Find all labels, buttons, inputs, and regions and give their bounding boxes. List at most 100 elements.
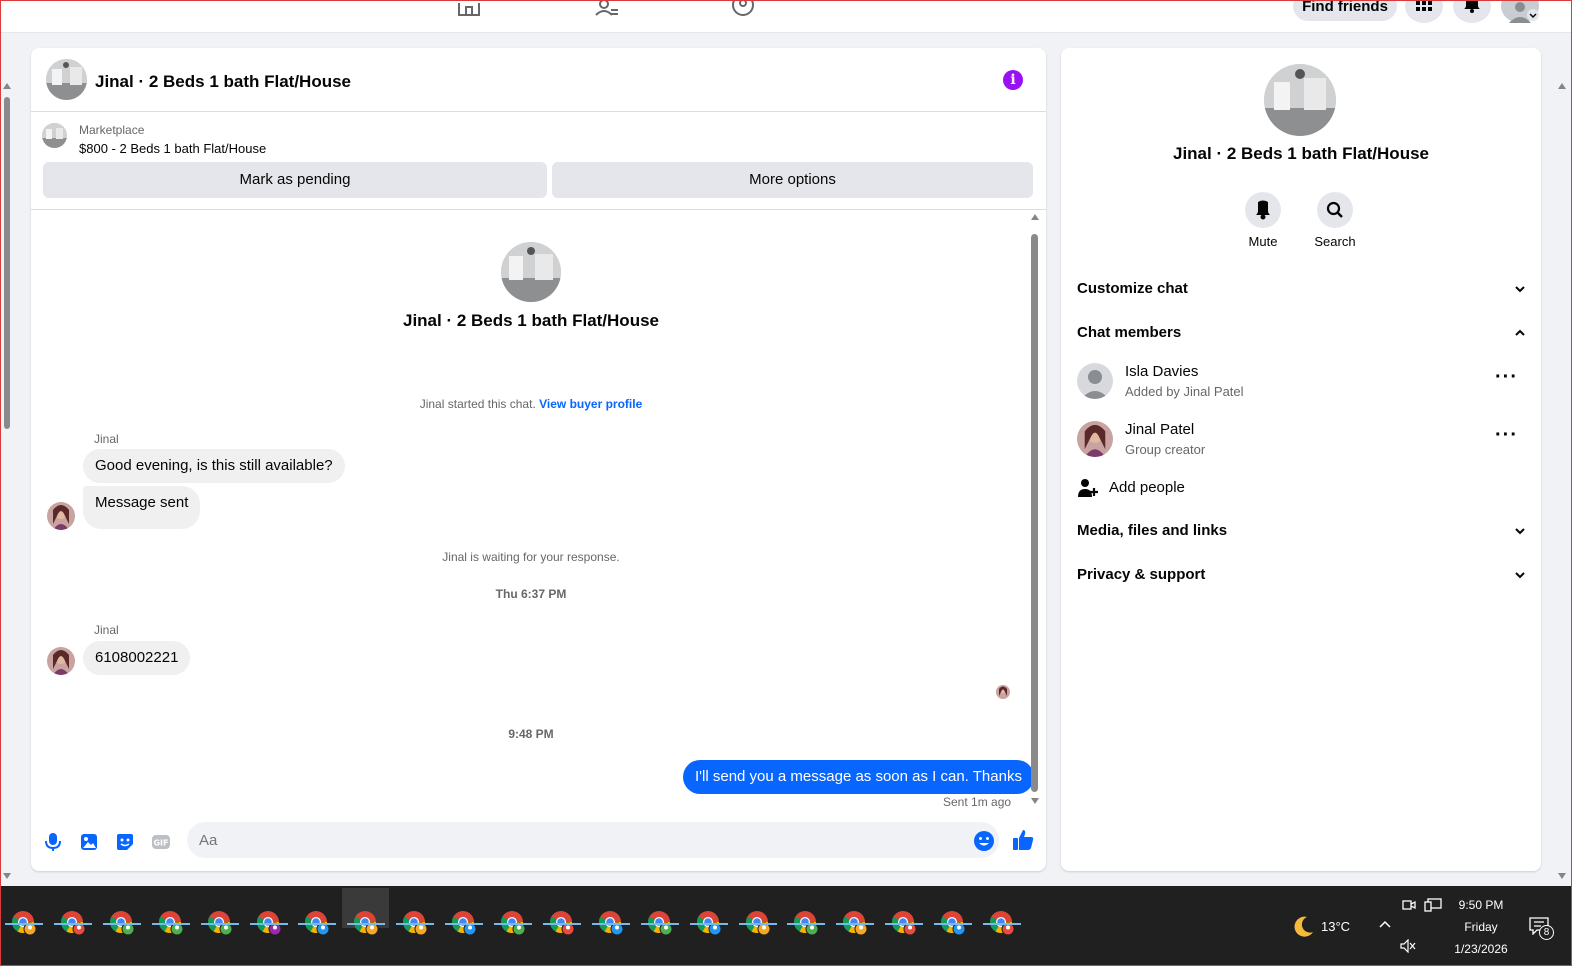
taskbar-active-indicator bbox=[298, 923, 337, 925]
read-receipt-avatar bbox=[996, 685, 1010, 699]
taskbar-active-indicator bbox=[836, 923, 875, 925]
chat-members-row[interactable]: Chat members bbox=[1077, 314, 1527, 354]
page-scrollbar[interactable] bbox=[1, 83, 13, 883]
sticker-icon[interactable] bbox=[115, 832, 135, 852]
jinal-avatar[interactable] bbox=[47, 647, 75, 675]
info-title: Jinal · 2 Beds 1 bath Flat/House bbox=[1172, 144, 1429, 163]
menu-grid-icon bbox=[1416, 1, 1432, 11]
page-scroll-thumb[interactable] bbox=[4, 97, 10, 429]
mark-as-pending-button[interactable]: Mark as pending bbox=[43, 162, 547, 198]
intro-title: Jinal · 2 Beds 1 bath Flat/House bbox=[402, 311, 659, 330]
search-label: Search bbox=[1314, 234, 1356, 249]
clock-date[interactable]: 1/23/2026 bbox=[1447, 942, 1515, 956]
listing-title[interactable]: $800 - 2 Beds 1 bath Flat/House bbox=[79, 141, 266, 156]
jinal-avatar[interactable] bbox=[47, 502, 75, 530]
media-files-links-row[interactable]: Media, files and links bbox=[1077, 512, 1527, 552]
sent-status: Sent 1m ago bbox=[943, 795, 1012, 809]
marketplace-listing-bar: Marketplace $800 - 2 Beds 1 bath Flat/Ho… bbox=[31, 112, 1046, 210]
chat-scrollbar[interactable] bbox=[1029, 214, 1041, 808]
find-friends-button[interactable]: Find friends bbox=[1293, 1, 1397, 21]
member-name[interactable]: Jinal Patel bbox=[1125, 421, 1194, 438]
volume-muted-icon[interactable] bbox=[1400, 939, 1416, 953]
marketplace-label: Marketplace bbox=[79, 123, 145, 137]
member-subtitle: Added by Jinal Patel bbox=[1125, 384, 1244, 399]
emoji-icon[interactable] bbox=[973, 830, 995, 852]
media-files-links-label: Media, files and links bbox=[1077, 522, 1228, 539]
scroll-up-icon[interactable] bbox=[1558, 83, 1566, 89]
bell-icon bbox=[1464, 1, 1480, 13]
add-people-label: Add people bbox=[1109, 479, 1185, 496]
chevron-up-icon bbox=[1515, 329, 1525, 336]
thumbs-up-icon[interactable] bbox=[1011, 828, 1035, 852]
add-person-icon bbox=[1078, 479, 1098, 497]
member-avatar[interactable] bbox=[1077, 363, 1113, 399]
scroll-up-icon[interactable] bbox=[1031, 214, 1039, 220]
network-icon[interactable] bbox=[1424, 898, 1442, 912]
moon-weather-icon[interactable] bbox=[1291, 915, 1315, 939]
view-buyer-profile-link[interactable]: View buyer profile bbox=[539, 397, 642, 411]
chat-scroll-thumb[interactable] bbox=[1031, 234, 1038, 792]
chat-avatar[interactable] bbox=[46, 59, 87, 100]
friends-nav-icon[interactable] bbox=[594, 1, 620, 17]
waiting-notice: Jinal is waiting for your response. bbox=[442, 550, 620, 564]
taskbar-active-indicator bbox=[542, 923, 581, 925]
mute-label: Mute bbox=[1248, 234, 1278, 249]
scroll-up-icon[interactable] bbox=[3, 83, 11, 89]
chat-title[interactable]: Jinal · 2 Beds 1 bath Flat/House bbox=[95, 72, 351, 92]
info-icon[interactable]: i bbox=[1003, 70, 1023, 90]
member-subtitle: Group creator bbox=[1125, 442, 1206, 457]
taskbar-active-indicator bbox=[640, 923, 679, 925]
marketplace-nav-icon[interactable] bbox=[456, 1, 482, 17]
more-options-button[interactable]: More options bbox=[552, 162, 1033, 198]
privacy-support-label: Privacy & support bbox=[1077, 566, 1206, 583]
notifications-button[interactable] bbox=[1453, 1, 1491, 23]
top-nav-bar: Find friends bbox=[1, 1, 1571, 33]
taskbar-active-indicator bbox=[53, 923, 92, 925]
chevron-up-icon[interactable] bbox=[1378, 919, 1392, 929]
weather-temperature[interactable]: 13°C bbox=[1321, 919, 1350, 934]
message-sender: Jinal bbox=[94, 623, 119, 637]
member-name[interactable]: Isla Davies bbox=[1125, 363, 1198, 380]
taskbar-active-indicator bbox=[249, 923, 288, 925]
microphone-icon[interactable] bbox=[43, 832, 63, 852]
chat-started-notice: Jinal started this chat. View buyer prof… bbox=[31, 397, 1031, 411]
search-button[interactable] bbox=[1317, 192, 1353, 228]
info-avatar[interactable] bbox=[1264, 64, 1336, 136]
menu-button[interactable] bbox=[1405, 1, 1443, 23]
chat-members-label: Chat members bbox=[1077, 324, 1182, 341]
add-people-button[interactable]: Add people bbox=[1077, 476, 1277, 500]
more-options-icon[interactable]: ··· bbox=[1495, 366, 1518, 389]
groups-nav-icon[interactable] bbox=[730, 1, 756, 17]
more-options-icon[interactable]: ··· bbox=[1495, 424, 1518, 447]
chat-info-panel: Jinal · 2 Beds 1 bath Flat/House Mute Se… bbox=[1061, 48, 1541, 871]
message-sender: Jinal bbox=[94, 432, 119, 446]
scroll-down-icon[interactable] bbox=[1558, 873, 1566, 879]
message-input[interactable] bbox=[187, 822, 999, 858]
started-text: Jinal started this chat. bbox=[419, 397, 536, 411]
outgoing-message-bubble[interactable]: I'll send you a message as soon as I can… bbox=[683, 760, 1034, 794]
member-avatar[interactable] bbox=[1077, 421, 1113, 457]
photo-icon[interactable] bbox=[79, 832, 99, 852]
message-bubble[interactable]: 6108002221 bbox=[83, 641, 191, 675]
taskbar-active-indicator bbox=[885, 923, 924, 925]
privacy-support-row[interactable]: Privacy & support bbox=[1077, 556, 1527, 596]
listing-thumbnail[interactable] bbox=[42, 123, 67, 148]
scroll-down-icon[interactable] bbox=[3, 873, 11, 879]
message-bubble[interactable]: Message sent bbox=[83, 486, 201, 529]
taskbar-active-indicator bbox=[591, 923, 630, 925]
customize-chat-row[interactable]: Customize chat bbox=[1077, 270, 1527, 310]
meet-icon[interactable] bbox=[1402, 898, 1416, 912]
clock-time[interactable]: 9:50 PM bbox=[1447, 898, 1515, 912]
scroll-down-icon[interactable] bbox=[1031, 798, 1039, 804]
taskbar-active-indicator bbox=[396, 923, 435, 925]
profile-avatar-button[interactable] bbox=[1501, 1, 1539, 23]
clock-day[interactable]: Friday bbox=[1447, 920, 1515, 934]
chevron-down-icon bbox=[1515, 528, 1525, 535]
taskbar-active-indicator bbox=[151, 923, 190, 925]
chevron-down-icon bbox=[1515, 572, 1525, 579]
taskbar-active-indicator bbox=[934, 923, 973, 925]
mute-button[interactable] bbox=[1245, 192, 1281, 228]
message-bubble[interactable]: Good evening, is this still available? bbox=[83, 449, 345, 483]
browser-window: Find friends Jinal · 2 Beds 1 bath Flat/… bbox=[0, 0, 1572, 966]
gif-icon[interactable]: GIF bbox=[151, 832, 171, 852]
